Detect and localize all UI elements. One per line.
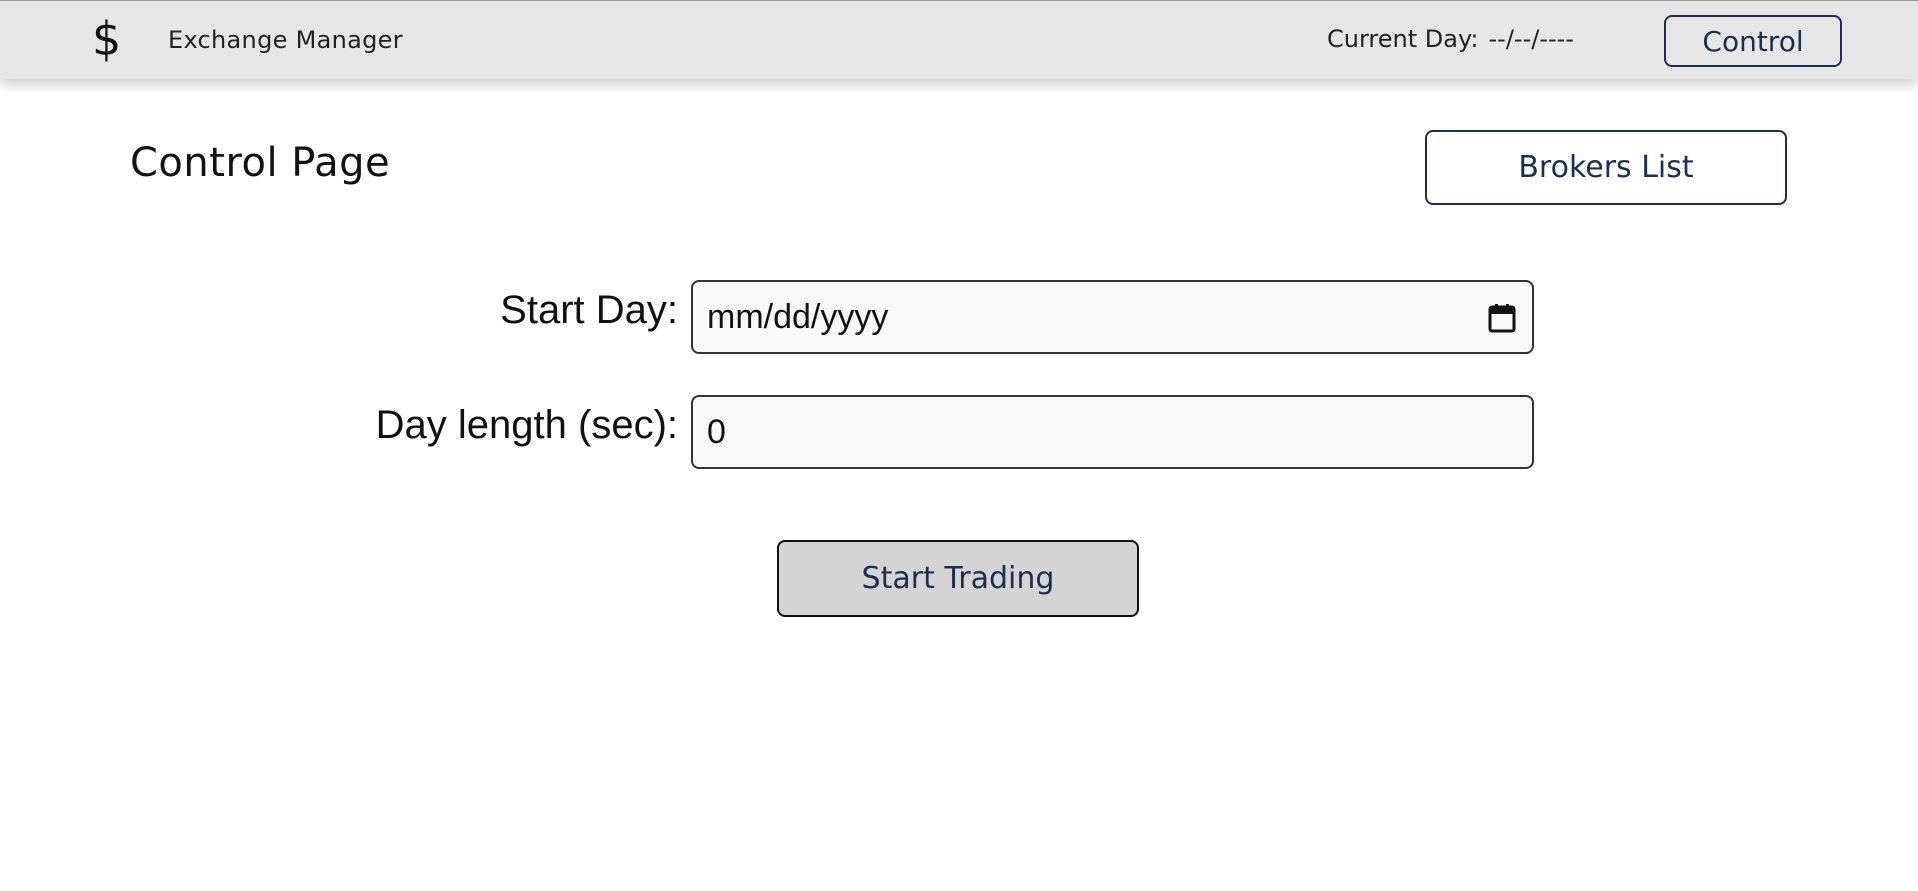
control-nav-button[interactable]: Control [1664, 15, 1842, 67]
day-length-value: 0 [707, 412, 726, 451]
day-length-input[interactable]: 0 [691, 395, 1534, 469]
current-day-display: Current Day: --/--/---- [1327, 25, 1574, 53]
start-day-label: Start Day: [500, 288, 678, 332]
page-title: Control Page [130, 140, 391, 186]
current-day-value: --/--/---- [1488, 25, 1574, 53]
start-trading-button[interactable]: Start Trading [777, 540, 1139, 617]
calendar-icon[interactable] [1488, 303, 1516, 333]
start-day-value: mm/dd/yyyy [707, 297, 889, 336]
top-navbar: $ Exchange Manager Current Day: --/--/---… [0, 0, 1918, 79]
dollar-icon[interactable]: $ [92, 11, 121, 67]
brokers-list-button[interactable]: Brokers List [1425, 130, 1787, 205]
brand-title[interactable]: Exchange Manager [168, 26, 403, 54]
day-length-label: Day length (sec): [375, 403, 678, 447]
current-day-label: Current Day: [1327, 25, 1479, 53]
start-day-input[interactable]: mm/dd/yyyy [691, 280, 1534, 354]
